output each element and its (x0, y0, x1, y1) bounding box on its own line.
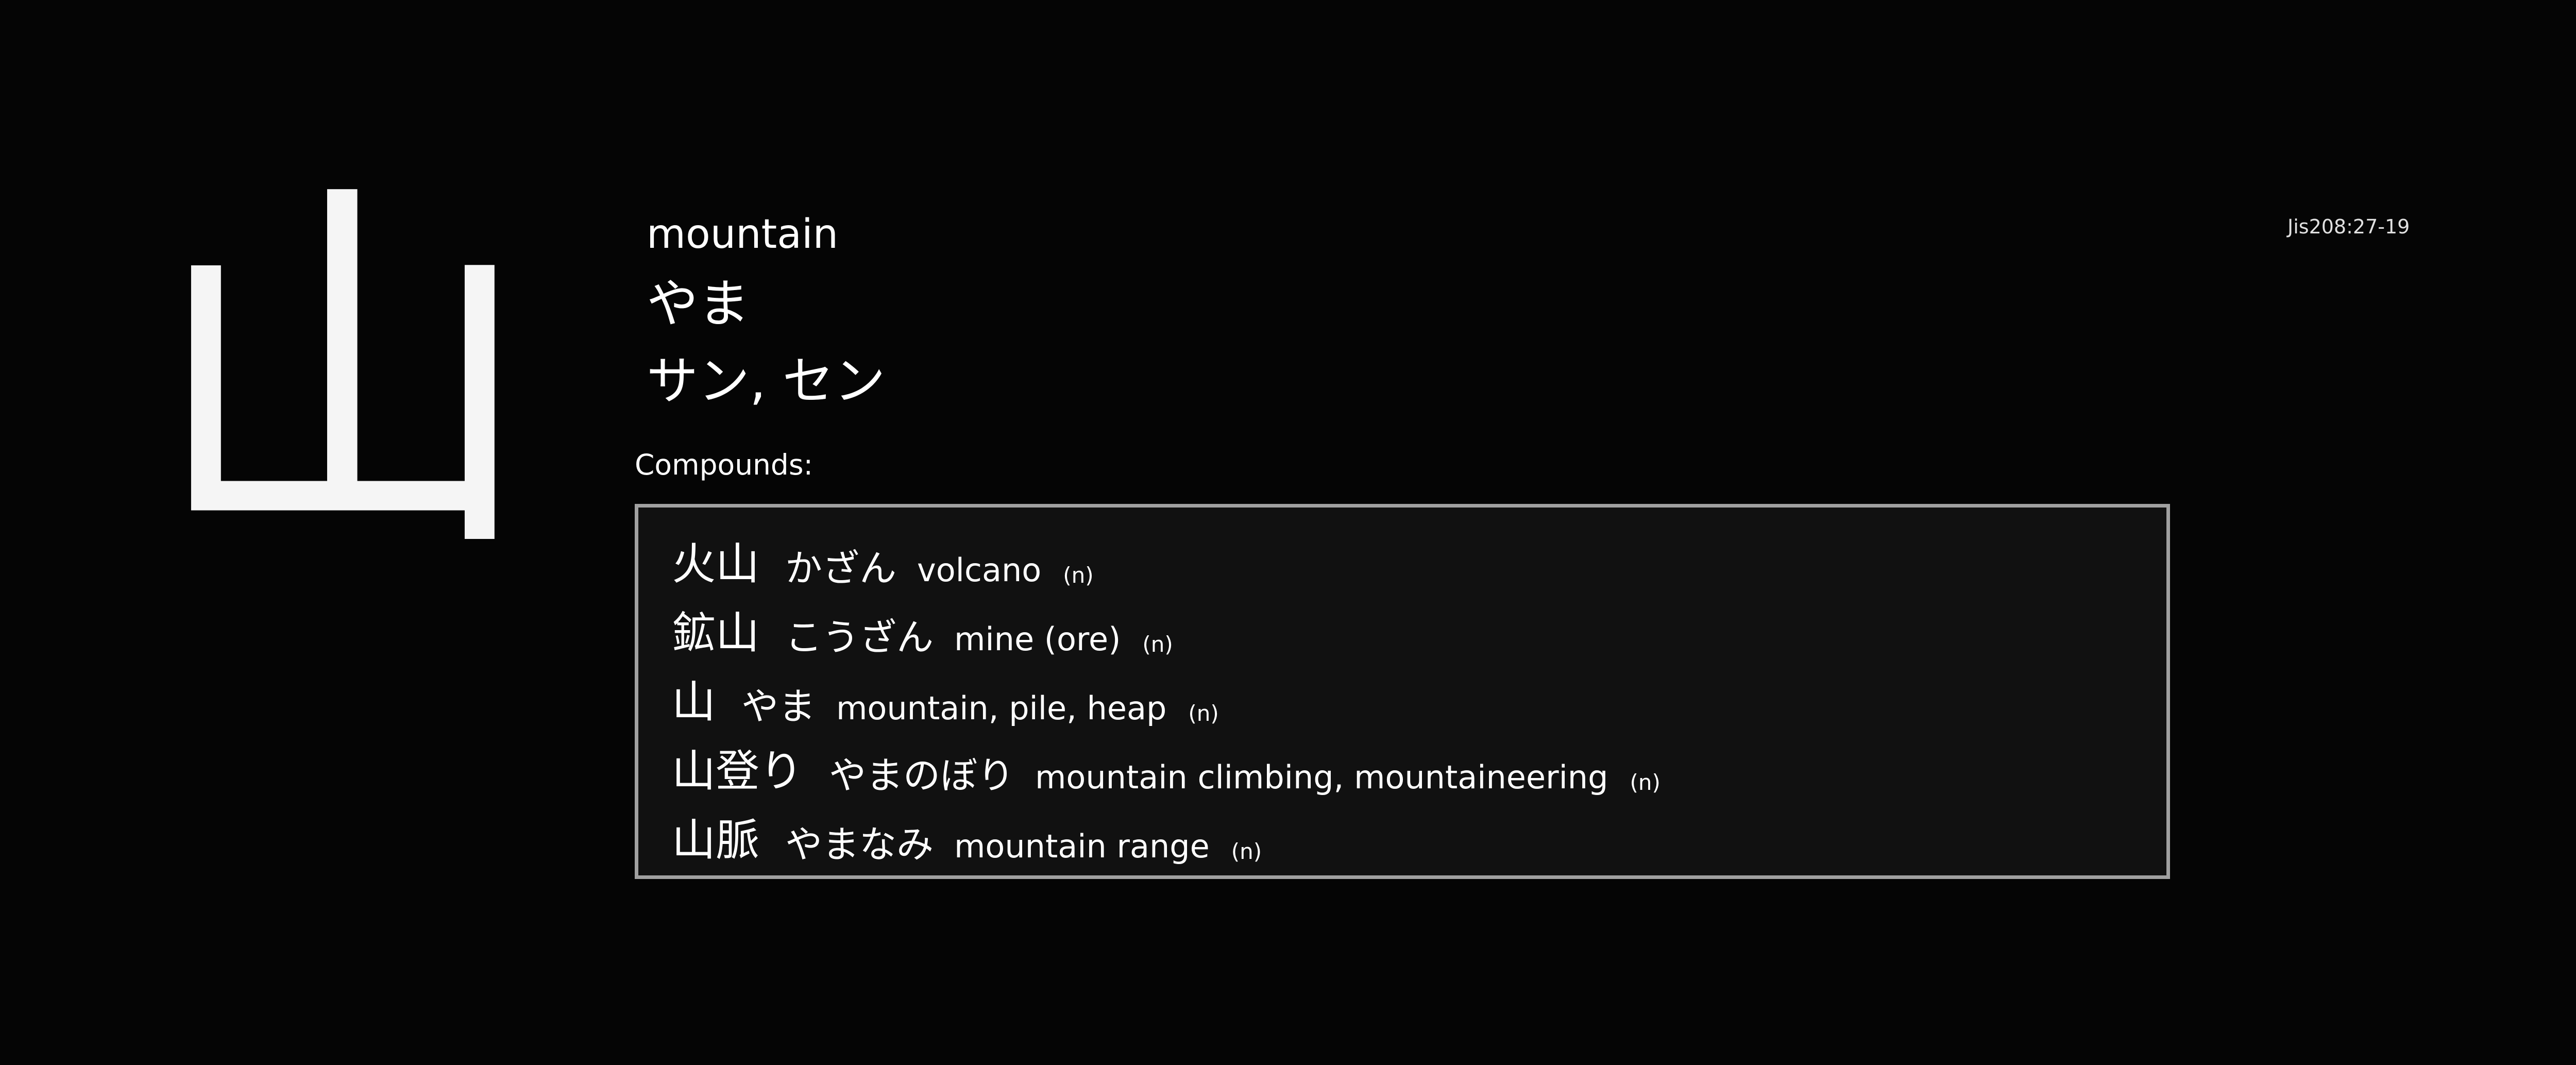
compounds-label: Compounds: (635, 448, 814, 481)
kanji-info: mountain やま サン, セン (647, 204, 886, 420)
compound-pos: (n) (1063, 563, 1094, 588)
compound-pos: (n) (1630, 770, 1660, 795)
compound-kana: こうざん (785, 616, 934, 659)
compound-word: 山登り (672, 746, 804, 797)
compound-word: 山脈 (672, 815, 760, 866)
compound-definition: mountain, pile, heap (836, 689, 1167, 727)
compound-row: 火山 かざん volcano (n) (672, 523, 2166, 592)
compound-row: 山 やま mountain, pile, heap (n) (672, 661, 2166, 730)
on-reading: サン, セン (647, 351, 886, 411)
jis-code: Jis208:27-19 (2287, 215, 2410, 238)
compounds-list: 火山 かざん volcano (n) 鉱山 こうざん mine (ore) (n… (635, 504, 2170, 879)
compound-pos: (n) (1188, 701, 1219, 726)
kanji-character: 山 (149, 151, 536, 601)
compound-definition: mountain climbing, mountaineering (1035, 758, 1608, 796)
compound-pos: (n) (1231, 839, 1262, 864)
compound-definition: mountain range (954, 827, 1210, 865)
compound-kana: やまのぼり (829, 754, 1015, 797)
compound-word: 鉱山 (672, 608, 760, 659)
compound-kana: やまなみ (785, 823, 934, 866)
compound-row: 鉱山 こうざん mine (ore) (n) (672, 592, 2166, 661)
compound-word: 山 (672, 677, 716, 728)
compound-kana: やま (741, 685, 816, 728)
compound-pos: (n) (1142, 632, 1173, 657)
kanji-card: 山 mountain やま サン, セン Jis208:27-19 Compou… (0, 0, 2576, 1065)
compound-kana: かざん (785, 547, 897, 590)
kanji-meaning: mountain (647, 211, 839, 258)
compound-definition: volcano (917, 551, 1042, 589)
compound-word: 火山 (672, 539, 760, 590)
kun-reading: やま (647, 274, 750, 334)
compound-row: 山登り やまのぼり mountain climbing, mountaineer… (672, 730, 2166, 799)
compound-definition: mine (ore) (954, 620, 1121, 658)
compound-row: 山脈 やまなみ mountain range (n) (672, 799, 2166, 868)
